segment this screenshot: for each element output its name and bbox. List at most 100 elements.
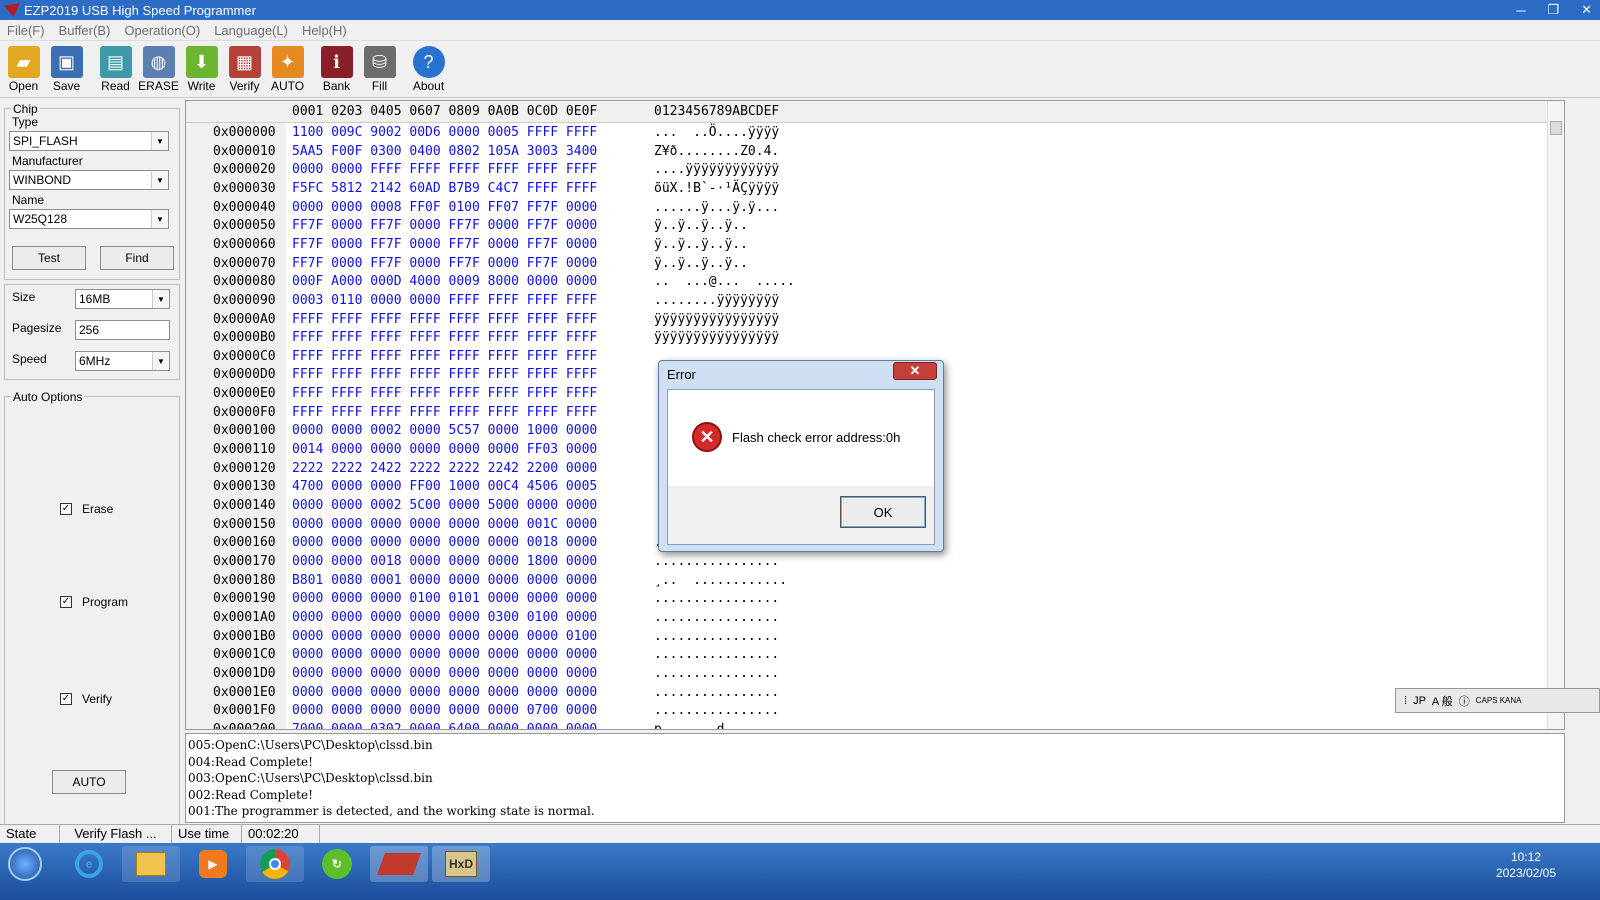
help-icon[interactable]: ⓘ	[1459, 693, 1470, 709]
ascii-text[interactable]: .. ...@... .....	[654, 274, 795, 289]
ascii-text[interactable]: ¸.. ............	[654, 573, 787, 588]
hex-bytes[interactable]: 0000 0000 0002 0000 5C57 0000 1000 0000	[292, 423, 597, 438]
hex-bytes[interactable]: FFFF FFFF FFFF FFFF FFFF FFFF FFFF FFFF	[292, 386, 597, 401]
hex-bytes[interactable]: 0000 0000 FFFF FFFF FFFF FFFF FFFF FFFF	[292, 162, 597, 177]
ascii-text[interactable]: ÿ..ÿ..ÿ..ÿ..	[654, 237, 748, 252]
hex-row[interactable]: 0x0001F0 0000 0000 0000 0000 0000 0000 07…	[186, 703, 1551, 722]
test-button[interactable]: Test	[12, 246, 86, 270]
hex-bytes[interactable]: FFFF FFFF FFFF FFFF FFFF FFFF FFFF FFFF	[292, 312, 597, 327]
media-player-icon[interactable]: ▶	[184, 846, 242, 882]
hex-row[interactable]: 0x000000 1100 009C 9002 00D6 0000 0005 FF…	[186, 125, 1551, 144]
erase-button[interactable]: ◍ ERASE	[138, 42, 179, 96]
hex-bytes[interactable]: 4700 0000 0000 FF00 1000 00C4 4506 0005	[292, 479, 597, 494]
scroll-thumb[interactable]	[1550, 121, 1562, 135]
minimize-button[interactable]: ─	[1516, 3, 1525, 18]
name-select[interactable]: W25Q128 ▼	[9, 209, 169, 229]
hex-row[interactable]: 0x000200 7000 0000 0302 0000 6400 0000 00…	[186, 722, 1551, 729]
open-button[interactable]: ▰ Open	[3, 42, 44, 96]
ascii-text[interactable]: ................	[654, 647, 779, 662]
hex-bytes[interactable]: 0003 0110 0000 0000 FFFF FFFF FFFF FFFF	[292, 293, 597, 308]
type-select[interactable]: SPI_FLASH ▼	[9, 131, 169, 151]
ime-language[interactable]: JP	[1413, 695, 1426, 707]
about-button[interactable]: ? About	[408, 42, 449, 96]
ascii-text[interactable]: ......ÿ...ÿ.ÿ...	[654, 200, 779, 215]
ascii-text[interactable]: ................	[654, 703, 779, 718]
auto-button[interactable]: ✦ AUTO	[267, 42, 308, 96]
hex-bytes[interactable]: 000F A000 000D 4000 0009 8000 0000 0000	[292, 274, 597, 289]
bios-programmer-icon[interactable]	[370, 846, 428, 882]
ascii-text[interactable]: ................	[654, 629, 779, 644]
start-orb-icon[interactable]	[0, 846, 50, 882]
hex-bytes[interactable]: 2222 2222 2422 2222 2222 2242 2200 0000	[292, 461, 597, 476]
hex-row[interactable]: 0x000040 0000 0000 0008 FF0F 0100 FF07 FF…	[186, 200, 1551, 219]
hex-row[interactable]: 0x000190 0000 0000 0000 0100 0101 0000 00…	[186, 591, 1551, 610]
program-checkbox[interactable]: ✓ Program	[60, 595, 128, 609]
hex-bytes[interactable]: FF7F 0000 FF7F 0000 FF7F 0000 FF7F 0000	[292, 237, 597, 252]
chrome-icon[interactable]	[246, 846, 304, 882]
internet-explorer-icon[interactable]: e	[60, 846, 118, 882]
hxd-icon[interactable]: HxD	[432, 846, 490, 882]
menu-operation[interactable]: Operation(O)	[117, 23, 207, 38]
pagesize-input[interactable]: 256	[75, 320, 170, 340]
hex-row[interactable]: 0x0001A0 0000 0000 0000 0000 0000 0300 01…	[186, 610, 1551, 629]
save-button[interactable]: ▣ Save	[46, 42, 87, 96]
verify-checkbox[interactable]: ✓ Verify	[60, 692, 112, 706]
hex-bytes[interactable]: 0000 0000 0000 0000 0000 0000 0000 0000	[292, 685, 597, 700]
hex-row[interactable]: 0x000010 5AA5 F00F 0300 0400 0802 105A 30…	[186, 144, 1551, 163]
hex-row[interactable]: 0x0001E0 0000 0000 0000 0000 0000 0000 00…	[186, 685, 1551, 704]
ok-button[interactable]: OK	[840, 496, 926, 528]
ascii-text[interactable]: p.......d.......	[654, 722, 779, 729]
erase-checkbox[interactable]: ✓ Erase	[60, 502, 113, 516]
ascii-text[interactable]: ................	[654, 610, 779, 625]
hex-bytes[interactable]: 5AA5 F00F 0300 0400 0802 105A 3003 3400	[292, 144, 597, 159]
menu-help[interactable]: Help(H)	[295, 23, 354, 38]
ascii-text[interactable]: ....ÿÿÿÿÿÿÿÿÿÿÿÿ	[654, 162, 779, 177]
hex-bytes[interactable]: 0000 0000 0002 5C00 0000 5000 0000 0000	[292, 498, 597, 513]
hex-bytes[interactable]: 7000 0000 0302 0000 6400 0000 0000 0000	[292, 722, 597, 729]
write-button[interactable]: ⬇ Write	[181, 42, 222, 96]
hex-bytes[interactable]: FFFF FFFF FFFF FFFF FFFF FFFF FFFF FFFF	[292, 405, 597, 420]
system-clock[interactable]: 10:12 2023/02/05	[1496, 849, 1556, 881]
ime-bar[interactable]: ⁞ JP A 般 ⓘ CAPS KANA	[1395, 688, 1600, 713]
ascii-text[interactable]: ÿ..ÿ..ÿ..ÿ..	[654, 218, 748, 233]
hex-bytes[interactable]: 0014 0000 0000 0000 0000 0000 FF03 0000	[292, 442, 597, 457]
hex-row[interactable]: 0x000180 B801 0080 0001 0000 0000 0000 00…	[186, 573, 1551, 592]
size-select[interactable]: 16MB ▼	[75, 289, 170, 309]
hex-bytes[interactable]: 0000 0000 0000 0000 0000 0000 0000 0000	[292, 647, 597, 662]
hex-row[interactable]: 0x0001D0 0000 0000 0000 0000 0000 0000 00…	[186, 666, 1551, 685]
ascii-text[interactable]: ................	[654, 666, 779, 681]
hex-row[interactable]: 0x000080 000F A000 000D 4000 0009 8000 00…	[186, 274, 1551, 293]
hex-bytes[interactable]: 0000 0000 0000 0000 0000 0000 0000 0100	[292, 629, 597, 644]
menu-file[interactable]: File(F)	[0, 23, 52, 38]
hex-row[interactable]: 0x0001C0 0000 0000 0000 0000 0000 0000 00…	[186, 647, 1551, 666]
verify-button[interactable]: ▦ Verify	[224, 42, 265, 96]
hex-bytes[interactable]: 0000 0000 0000 0000 0000 0000 0000 0000	[292, 666, 597, 681]
ascii-text[interactable]: ................	[654, 554, 779, 569]
hex-row[interactable]: 0x000060 FF7F 0000 FF7F 0000 FF7F 0000 FF…	[186, 237, 1551, 256]
hex-row[interactable]: 0x000070 FF7F 0000 FF7F 0000 FF7F 0000 FF…	[186, 256, 1551, 275]
speed-select[interactable]: 6MHz ▼	[75, 351, 170, 371]
menu-buffer[interactable]: Buffer(B)	[52, 23, 118, 38]
ascii-text[interactable]: ÿ..ÿ..ÿ..ÿ..	[654, 256, 748, 271]
find-button[interactable]: Find	[100, 246, 174, 270]
ascii-text[interactable]: ................	[654, 591, 779, 606]
ascii-text[interactable]: ........ÿÿÿÿÿÿÿÿ	[654, 293, 779, 308]
bank-button[interactable]: ℹ Bank	[316, 42, 357, 96]
vertical-scrollbar[interactable]	[1547, 101, 1564, 729]
hex-bytes[interactable]: FFFF FFFF FFFF FFFF FFFF FFFF FFFF FFFF	[292, 367, 597, 382]
auto-run-button[interactable]: AUTO	[52, 770, 126, 794]
hex-row[interactable]: 0x0000B0 FFFF FFFF FFFF FFFF FFFF FFFF FF…	[186, 330, 1551, 349]
hex-bytes[interactable]: FF7F 0000 FF7F 0000 FF7F 0000 FF7F 0000	[292, 256, 597, 271]
hex-row[interactable]: 0x000090 0003 0110 0000 0000 FFFF FFFF FF…	[186, 293, 1551, 312]
hex-bytes[interactable]: F5FC 5812 2142 60AD B7B9 C4C7 FFFF FFFF	[292, 181, 597, 196]
hex-row[interactable]: 0x000050 FF7F 0000 FF7F 0000 FF7F 0000 FF…	[186, 218, 1551, 237]
ime-mode[interactable]: A 般	[1432, 693, 1453, 709]
hex-bytes[interactable]: 0000 0000 0000 0000 0000 0300 0100 0000	[292, 610, 597, 625]
ascii-text[interactable]: õüX.!B`-·¹ÄÇÿÿÿÿ	[654, 181, 779, 196]
hex-bytes[interactable]: 0000 0000 0000 0100 0101 0000 0000 0000	[292, 591, 597, 606]
fill-button[interactable]: ⛁ Fill	[359, 42, 400, 96]
refresh-app-icon[interactable]: ↻	[308, 846, 366, 882]
dialog-close-button[interactable]: ✕	[893, 362, 937, 380]
menu-language[interactable]: Language(L)	[207, 23, 295, 38]
restore-button[interactable]: ❐	[1547, 2, 1559, 18]
